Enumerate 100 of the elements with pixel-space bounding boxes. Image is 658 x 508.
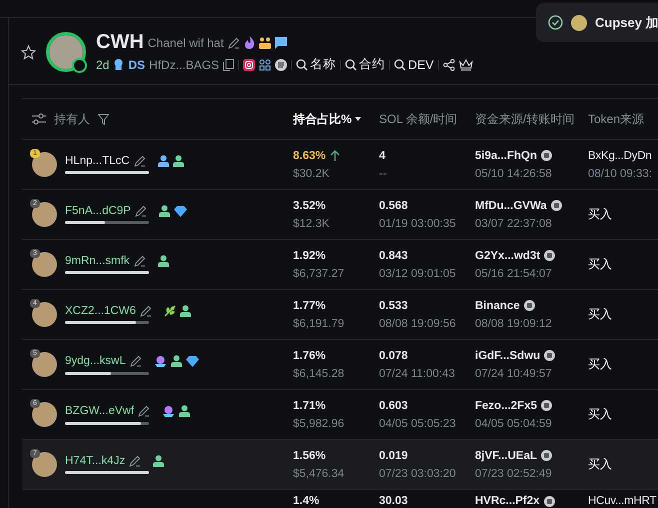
search-link[interactable]: DEV [394,58,434,72]
column-header[interactable]: Token来源 [588,110,658,128]
search-link[interactable]: 合约 [345,56,386,73]
dex-label: DS [128,58,146,72]
ufo-icon [154,354,167,368]
holder-address[interactable]: H74T...k4Jz [65,455,126,467]
token-source: 买入 [588,456,613,473]
filter-icon[interactable] [98,114,109,124]
sol-balance: 0.568 [379,200,409,212]
photo-placeholder [49,35,83,69]
edit-icon[interactable] [228,36,240,48]
column-header[interactable]: 资金来源/转账时间 [475,110,588,128]
flame-icon [244,36,255,49]
transfer-time: 04/05 05:04:59 [475,418,553,430]
edit-icon[interactable] [134,255,146,267]
diamond-icon [186,356,199,366]
transfer-time: 07/24 10:49:57 [475,368,553,380]
column-header[interactable]: SOL 余额/时间 [379,110,475,128]
search-icon [394,58,406,70]
token-source[interactable]: HCuv...mHRT [588,495,658,507]
leaf-icon [164,305,176,317]
coin-icon [541,400,552,411]
funding-source[interactable]: MfDu...GVWa [475,200,547,212]
user-icon [180,305,191,317]
sol-balance: 0.533 [379,300,409,312]
holding-percent: 1.76% [293,350,326,362]
sol-balance: 0.843 [379,250,409,262]
funding-source[interactable]: 8jVF...UEaL [475,450,537,462]
funding-source[interactable]: Fezo...2Fx5 [475,400,537,412]
transfer-time: 05/16 21:54:07 [475,268,553,280]
holding-value: $6,737.27 [293,268,346,280]
holding-percent: 8.63% [293,150,326,162]
coin-icon [524,300,535,311]
funding-source[interactable]: Binance [475,300,520,312]
token-name: Chanel wif hat [148,36,224,50]
holder-address[interactable]: BZGW...eVwf [65,405,134,417]
sol-time: 07/24 11:00:43 [379,368,456,380]
transfer-time: 07/23 02:52:49 [475,468,553,480]
user-icon [153,455,164,467]
search-icon [345,58,358,70]
token-time: 08/10 09:33: [588,168,653,180]
instagram-icon[interactable] [243,58,256,70]
sol-balance: 0.019 [379,450,409,462]
funding-source[interactable]: 5i9a...FhQn [475,150,537,162]
edit-icon[interactable] [134,205,147,217]
coin-icon [544,350,556,361]
holder-row[interactable]: 1.4% 30.03 HVRc...Pf2x HCuv...mHRT [22,490,658,508]
holder-address[interactable]: HLnp...TLcC [65,155,130,167]
sliders-icon[interactable] [32,113,46,125]
edit-icon[interactable] [129,455,142,467]
holding-percent: 1.92% [293,250,326,262]
search-icon [296,58,308,70]
sol-time: 04/05 05:05:23 [379,418,457,430]
coin-icon [541,150,552,161]
holding-value: $5,982.96 [293,418,346,430]
chef-hat-icon [113,59,124,70]
sol-time: 01/19 03:00:35 [379,218,457,230]
funding-source[interactable]: HVRc...Pf2x [475,495,540,507]
funding-source[interactable]: iGdF...Sdwu [475,350,540,362]
token-source: 买入 [588,406,613,423]
search-link[interactable]: 名称 [296,56,336,73]
token-source: 买入 [588,356,613,373]
user-icon [158,155,169,167]
avatar-icon [571,14,587,30]
holder-address[interactable]: 9ydg...kswL [65,355,126,367]
column-header[interactable]: 持有人 [22,110,293,128]
sol-balance: 4 [379,150,386,162]
holder-address[interactable]: 9mRn...smfk [65,255,130,267]
copy-icon[interactable] [223,58,234,70]
holder-address[interactable]: XCZ2...1CW6 [65,305,136,317]
holding-value: $5,476.34 [293,468,346,480]
token-age: 2d [96,58,110,72]
apps-icon[interactable] [259,58,272,70]
group-icon [258,36,271,48]
sol-balance: 0.078 [379,350,409,362]
check-circle-icon [548,15,563,30]
holding-percent: 1.77% [293,300,326,312]
token-source: 买入 [588,206,613,223]
token-source[interactable]: BxKg...DyDn [588,150,658,162]
edit-icon[interactable] [130,355,142,367]
edit-icon[interactable] [138,405,150,417]
sort-caret-icon[interactable] [354,117,361,121]
funding-source[interactable]: G2Yx...wd3t [475,250,540,262]
crown-icon[interactable] [458,58,473,70]
list-circle-icon[interactable] [275,58,288,70]
contract-address: HfDz...BAGS [149,58,220,72]
star-icon[interactable] [21,44,36,60]
holding-percent: 3.52% [293,200,326,212]
user-icon [179,405,190,417]
user-icon [172,155,184,167]
coin-icon [544,250,556,261]
transfer-time: 03/07 22:37:08 [475,218,553,230]
sol-balance: 0.603 [379,400,409,412]
column-header[interactable]: 持合占比% [293,110,379,128]
edit-icon[interactable] [140,305,152,317]
share-icon[interactable] [442,58,455,70]
holding-percent: 1.4% [293,495,320,507]
sol-balance: 30.03 [379,495,409,507]
edit-icon[interactable] [134,155,146,167]
holder-address[interactable]: F5nA...dC9P [65,205,131,217]
